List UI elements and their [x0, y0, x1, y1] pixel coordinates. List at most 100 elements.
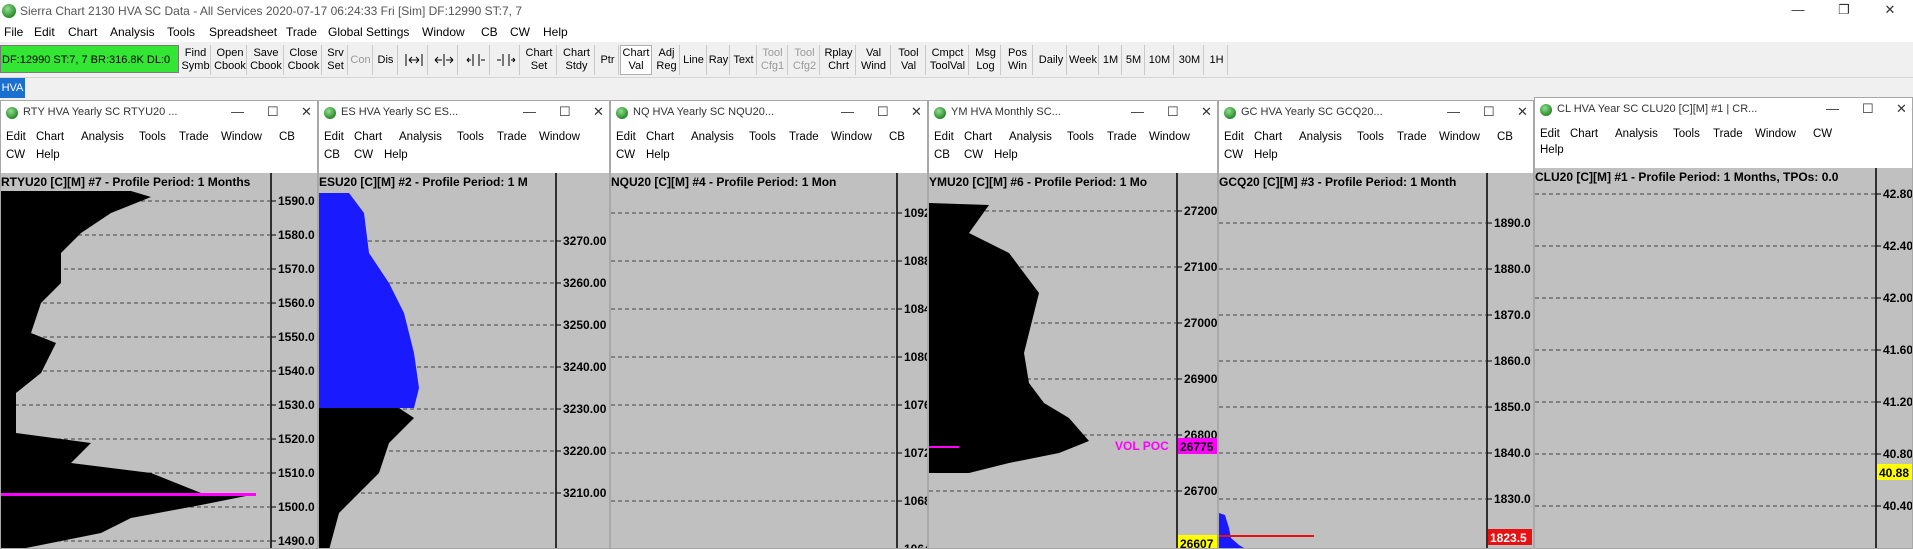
ray-tool-button[interactable]: Ray — [708, 45, 730, 75]
chart-menu-cw[interactable]: CW — [1813, 128, 1832, 140]
chart-menu-trade[interactable]: Trade — [1713, 128, 1743, 140]
increase-bar-spacing-button[interactable] — [430, 45, 458, 75]
5m-timeframe-button[interactable]: 5M — [1123, 45, 1145, 75]
message-log-button[interactable]: Msg Log — [971, 45, 1001, 75]
menu-window[interactable]: Window — [422, 25, 465, 39]
open-chartbook-button[interactable]: Open Cbook — [214, 45, 247, 75]
chart-settings-button[interactable]: Chart Set — [522, 45, 557, 75]
chart-minimize-button[interactable]: — — [1131, 104, 1144, 119]
close-button[interactable]: ✕ — [1867, 0, 1913, 22]
chart-menu-analysis[interactable]: Analysis — [399, 131, 442, 143]
chart-menu-cw[interactable]: CW — [1224, 149, 1243, 161]
scroll-right-button[interactable] — [492, 45, 520, 75]
menu-trade[interactable]: Trade — [286, 25, 317, 39]
chart-menu-tools[interactable]: Tools — [749, 131, 776, 143]
chart-menu-edit[interactable]: Edit — [6, 131, 26, 143]
chart-area[interactable]: YMU20 [C][M] #6 - Profile Period: 1 Mo 27… — [929, 173, 1217, 548]
chart-menu-trade[interactable]: Trade — [789, 131, 819, 143]
chart-menu-edit[interactable]: Edit — [324, 131, 344, 143]
menu-chart[interactable]: Chart — [68, 25, 97, 39]
minimize-button[interactable]: — — [1775, 0, 1821, 22]
disconnect-button[interactable]: Dis — [374, 45, 398, 75]
chart-close-button[interactable]: ✕ — [1896, 101, 1907, 117]
connect-button[interactable]: Con — [349, 45, 373, 75]
scroll-left-button[interactable] — [462, 45, 490, 75]
menu-cw[interactable]: CW — [510, 25, 530, 39]
chartbook-tab-hva[interactable]: HVA — [0, 78, 25, 98]
chart-close-button[interactable]: ✕ — [1201, 104, 1212, 120]
chart-menu-window[interactable]: Window — [539, 131, 580, 143]
chart-window-4[interactable]: YM HVA Monthly SC... — ☐ ✕ Edit Chart Analysis… — [928, 100, 1218, 549]
chart-menu-chart[interactable]: Chart — [36, 131, 64, 143]
chart-area[interactable]: RTYU20 [C][M] #7 - Profile Period: 1 Mon… — [1, 173, 317, 548]
chart-maximize-button[interactable]: ☐ — [1483, 104, 1495, 120]
position-window-button[interactable]: Pos Win — [1003, 45, 1033, 75]
weekly-timeframe-button[interactable]: Week — [1068, 45, 1099, 75]
chart-menu-tools[interactable]: Tools — [139, 131, 166, 143]
chart-menu-chart[interactable]: Chart — [964, 131, 992, 143]
chart-close-button[interactable]: ✕ — [1517, 104, 1528, 120]
chart-minimize-button[interactable]: — — [841, 104, 854, 119]
chart-menu-cw[interactable]: CW — [964, 149, 983, 161]
chart-close-button[interactable]: ✕ — [593, 104, 604, 120]
chart-maximize-button[interactable]: ☐ — [1167, 104, 1179, 120]
close-chartbook-button[interactable]: Close Cbook — [286, 45, 322, 75]
chart-minimize-button[interactable]: — — [523, 104, 536, 119]
chart-menu-help[interactable]: Help — [36, 149, 60, 161]
chart-window-titlebar[interactable]: GC HVA Yearly SC GCQ20... — ☐ ✕ — [1219, 101, 1533, 123]
30m-timeframe-button[interactable]: 30M — [1176, 45, 1204, 75]
chart-menu-edit[interactable]: Edit — [1540, 128, 1560, 140]
chart-menu-trade[interactable]: Trade — [497, 131, 527, 143]
chart-window-titlebar[interactable]: RTY HVA Yearly SC RTYU20 ... — ☐ ✕ — [1, 101, 317, 123]
chart-window-6[interactable]: CL HVA Year SC CLU20 [C][M] #1 | CR... — ☐… — [1534, 97, 1913, 549]
chart-menu-cw[interactable]: CW — [616, 149, 635, 161]
chart-menu-trade[interactable]: Trade — [1107, 131, 1137, 143]
values-window-button[interactable]: Val Wind — [857, 45, 891, 75]
chart-menu-cb[interactable]: CB — [934, 149, 950, 161]
chart-menu-help[interactable]: Help — [384, 149, 408, 161]
chart-area[interactable]: NQU20 [C][M] #4 - Profile Period: 1 Mon 1… — [611, 173, 927, 548]
replay-chart-button[interactable]: Rplay Chrt — [822, 45, 856, 75]
chart-area[interactable]: GCQ20 [C][M] #3 - Profile Period: 1 Mont… — [1219, 173, 1533, 548]
chart-menu-window[interactable]: Window — [831, 131, 872, 143]
chart-maximize-button[interactable]: ☐ — [1862, 101, 1874, 117]
chart-menu-help[interactable]: Help — [994, 149, 1018, 161]
chart-menu-cb[interactable]: CB — [324, 149, 340, 161]
chart-menu-analysis[interactable]: Analysis — [691, 131, 734, 143]
chart-menu-cb[interactable]: CB — [279, 131, 295, 143]
menu-spreadsheet[interactable]: Spreadsheet — [209, 25, 277, 39]
menu-analysis[interactable]: Analysis — [110, 25, 155, 39]
chart-menu-window[interactable]: Window — [221, 131, 262, 143]
tool-values-button[interactable]: Tool Val — [892, 45, 926, 75]
tool-config1-button[interactable]: Tool Cfg1 — [758, 45, 788, 75]
chart-menu-trade[interactable]: Trade — [179, 131, 209, 143]
chart-close-button[interactable]: ✕ — [301, 104, 312, 120]
menu-global-settings[interactable]: Global Settings — [328, 25, 409, 39]
server-settings-button[interactable]: Srv Set — [324, 45, 348, 75]
chart-window-1[interactable]: RTY HVA Yearly SC RTYU20 ... — ☐ ✕ Edit Chart… — [0, 100, 318, 549]
chart-values-button[interactable]: Chart Val — [620, 45, 652, 75]
chart-menu-help[interactable]: Help — [1254, 149, 1278, 161]
daily-timeframe-button[interactable]: Daily — [1036, 45, 1067, 75]
chart-menu-edit[interactable]: Edit — [616, 131, 636, 143]
line-tool-button[interactable]: Line — [681, 45, 707, 75]
chart-menu-tools[interactable]: Tools — [457, 131, 484, 143]
chart-menu-cw[interactable]: CW — [354, 149, 373, 161]
chart-menu-tools[interactable]: Tools — [1067, 131, 1094, 143]
menu-cb[interactable]: CB — [481, 25, 498, 39]
chart-studies-button[interactable]: Chart Stdy — [559, 45, 595, 75]
chart-menu-analysis[interactable]: Analysis — [1615, 128, 1658, 140]
chart-menu-edit[interactable]: Edit — [934, 131, 954, 143]
chart-menu-window[interactable]: Window — [1439, 131, 1480, 143]
1h-timeframe-button[interactable]: 1H — [1206, 45, 1228, 75]
chart-area[interactable]: ESU20 [C][M] #2 - Profile Period: 1 M 327… — [319, 173, 609, 548]
chart-menu-tools[interactable]: Tools — [1357, 131, 1384, 143]
chart-maximize-button[interactable]: ☐ — [877, 104, 889, 120]
chart-menu-cb[interactable]: CB — [889, 131, 905, 143]
menu-help[interactable]: Help — [543, 25, 568, 39]
chart-area[interactable]: CLU20 [C][M] #1 - Profile Period: 1 Mont… — [1535, 168, 1912, 548]
chart-maximize-button[interactable]: ☐ — [559, 104, 571, 120]
chart-window-titlebar[interactable]: CL HVA Year SC CLU20 [C][M] #1 | CR... — ☐… — [1535, 98, 1912, 120]
find-symbol-button[interactable]: Find Symb — [181, 45, 211, 75]
chart-menu-analysis[interactable]: Analysis — [81, 131, 124, 143]
